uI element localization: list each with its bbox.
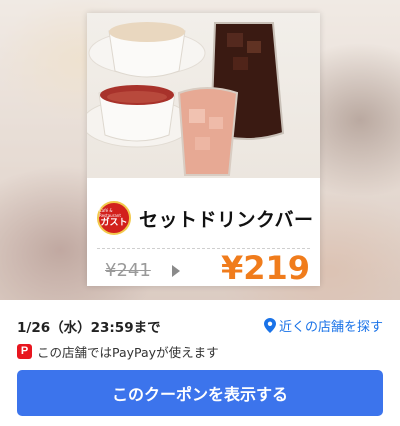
gusto-logo: Café & Restaurant ガスト [97,201,131,235]
coupon-info-panel: 1/26（水）23:59まで 近くの店舗を探す P この店舗ではPayPayが使… [0,300,400,426]
coupon-card[interactable]: Café & Restaurant ガスト セットドリンクバー ¥241 ¥21… [87,13,320,287]
discount-price: ¥219 [220,249,310,287]
paypay-icon: P [17,344,32,359]
paypay-notice: P この店舗ではPayPayが使えます [17,342,219,361]
arrow-right-icon [172,265,180,277]
find-nearby-stores-link[interactable]: 近くの店舗を探す [263,316,383,335]
logo-subtext: Café & Restaurant [99,208,121,218]
coupon-title: セットドリンクバー [139,209,314,231]
paypay-text: この店舗ではPayPayが使えます [37,345,219,360]
location-pin-icon [263,318,276,333]
logo-text: ガスト [100,218,128,228]
drinks-photo [87,13,320,178]
original-price: ¥241 [105,260,151,281]
expiry-text: 1/26（水）23:59まで [17,320,161,336]
find-nearby-stores-label: 近くの店舗を探す [278,320,383,335]
show-coupon-button[interactable]: このクーポンを表示する [17,370,383,416]
